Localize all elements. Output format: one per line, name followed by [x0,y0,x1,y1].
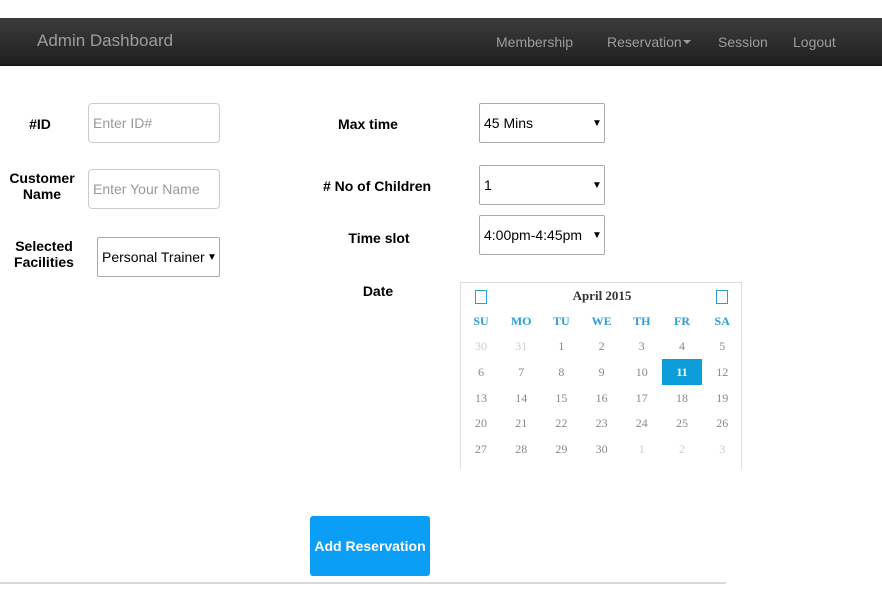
customer-label-line1: Customer [9,170,75,186]
calendar-day[interactable]: 8 [541,359,581,385]
weekday-header: SU [473,314,489,328]
calendar-day[interactable]: 1 [622,436,662,462]
calendar-day[interactable]: 20 [461,410,501,436]
calendar-day[interactable]: 18 [662,385,702,411]
horizontal-scrollbar[interactable] [0,582,726,584]
nav-reservation[interactable]: Reservation [607,34,691,50]
children-value: 1 [484,177,492,193]
calendar-day[interactable]: 28 [501,436,541,462]
time-slot-value: 4:00pm-4:45pm [484,227,583,243]
calendar-day[interactable]: 21 [501,410,541,436]
dropdown-arrow-icon: ▼ [592,117,602,129]
brand[interactable]: Admin Dashboard [37,31,173,51]
children-label: # No of Children [322,178,432,194]
facilities-label: Selected Facilities [4,238,84,270]
calendar-day[interactable]: 2 [582,333,622,359]
calendar-day[interactable]: 26 [702,410,741,436]
id-label: #ID [29,116,51,132]
navbar: Admin Dashboard Membership Reservation S… [0,18,882,66]
calendar-day[interactable]: 30 [461,333,501,359]
customer-name-input[interactable]: Enter Your Name [88,169,220,209]
date-label: Date [362,283,394,299]
calendar-day[interactable]: 23 [582,410,622,436]
facilities-label-line2: Facilities [14,254,74,270]
customer-label-line2: Name [22,186,62,202]
nav-membership[interactable]: Membership [496,34,573,50]
calendar-day[interactable]: 10 [622,359,662,385]
calendar-day[interactable]: 29 [541,436,581,462]
max-time-select[interactable]: 45 Mins ▼ [479,103,605,143]
calendar-day[interactable]: 6 [461,359,501,385]
calendar-day[interactable]: 7 [501,359,541,385]
dropdown-arrow-icon: ▼ [207,251,217,263]
calendar-day[interactable]: 15 [541,385,581,411]
nav-logout[interactable]: Logout [793,34,836,50]
dropdown-arrow-icon: ▼ [592,229,602,241]
time-slot-select[interactable]: 4:00pm-4:45pm ▼ [479,215,605,255]
facilities-select[interactable]: Personal Trainer ▼ [97,237,220,277]
calendar-day[interactable]: 31 [501,333,541,359]
max-time-value: 45 Mins [484,115,534,131]
dropdown-arrow-icon: ▼ [592,179,602,191]
calendar-day[interactable]: 4 [662,333,702,359]
calendar-day[interactable]: 3 [702,436,741,462]
calendar-day[interactable]: 30 [582,436,622,462]
calendar-day[interactable]: 27 [461,436,501,462]
calendar-day[interactable]: 12 [702,359,741,385]
calendar-day[interactable]: 11 [662,358,702,385]
calendar-day[interactable]: 13 [461,385,501,411]
calendar-day[interactable]: 22 [541,410,581,436]
calendar-title: April 2015 [572,288,632,303]
calendar-day[interactable]: 17 [622,385,662,411]
facilities-label-line1: Selected [15,238,73,254]
calendar-day[interactable]: 1 [541,333,581,359]
caret-down-icon [682,40,691,45]
nav-session[interactable]: Session [718,34,768,50]
weekday-header: FR [674,314,690,328]
facilities-value: Personal Trainer [102,249,205,265]
next-month-icon[interactable] [716,290,728,304]
id-input[interactable]: Enter ID# [88,103,220,143]
calendar-day[interactable]: 9 [582,359,622,385]
calendar-day[interactable]: 19 [702,385,741,411]
weekday-header: SA [714,314,730,328]
weekday-header: TH [633,314,651,328]
calendar-day[interactable]: 2 [662,436,702,462]
calendar-day[interactable]: 25 [662,410,702,436]
calendar-day[interactable]: 24 [622,410,662,436]
customer-name-label: Customer Name [2,170,82,202]
calendar-day[interactable]: 14 [501,385,541,411]
top-strip [0,0,882,18]
weekday-header: WE [591,314,612,328]
children-select[interactable]: 1 ▼ [479,165,605,205]
calendar-day[interactable]: 16 [582,385,622,411]
calendar-day[interactable]: 3 [622,333,662,359]
time-slot-label: Time slot [348,230,410,246]
nav-reservation-label: Reservation [607,34,682,50]
calendar-day[interactable]: 5 [702,333,741,359]
weekday-header: TU [553,314,570,328]
weekday-header: MO [510,314,532,328]
add-reservation-button[interactable]: Add Reservation [310,516,430,576]
max-time-label: Max time [338,116,398,132]
date-picker: April 2015 SU MO TU WE TH FR SA 30 31 1 2 3 4 5 6 7 8 9 10… [460,282,742,469]
